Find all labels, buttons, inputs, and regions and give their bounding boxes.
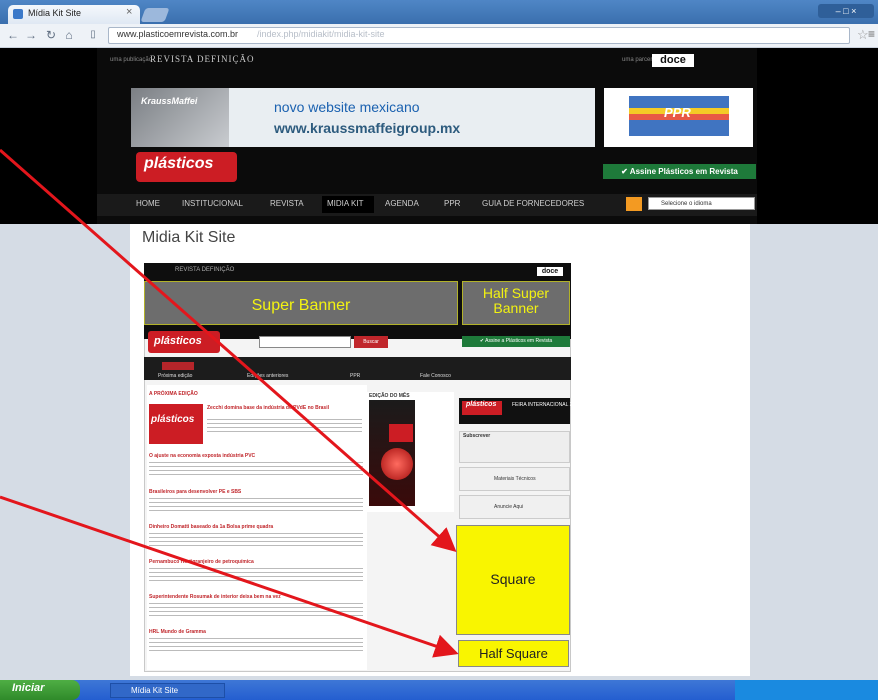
mockup-subscribe-title: Subscrever [463,433,491,439]
mockup-text-lines [149,567,363,581]
page-info-icon[interactable]: ▯ [86,28,100,42]
favicon-icon [13,9,23,19]
revista-logo[interactable]: REVISTA DEFINIÇÃO [150,54,255,64]
start-button[interactable]: Iniciar [0,680,80,700]
mockup-headline: O ajuste na economia exposta indústria P… [149,453,256,459]
subscribe-button[interactable]: ✔ Assine Plásticos em Revista [603,164,756,179]
mockup-text-lines [149,602,363,616]
mockup-nav-item: Edições anteriores [247,373,289,379]
rss-icon[interactable] [626,197,642,211]
bookmark-star-icon[interactable]: ☆ [857,27,869,43]
mockup-search-button: Buscar [354,336,388,348]
url-host: www.plasticoemrevista.com.br [117,29,239,39]
address-bar[interactable]: www.plasticoemrevista.com.br /index.php/… [108,27,850,44]
mockup-text-lines [149,497,363,511]
nav-item-midia-kit[interactable]: MIDIA KIT [327,199,363,208]
half-super-banner-label: Half Super Banner [482,285,550,316]
browser-tab[interactable]: Mídia Kit Site × [8,5,140,24]
site-logo-text: plásticos [144,155,214,172]
mockup-text-lines [207,418,362,432]
mockup-thumbnail: plásticos [149,404,203,444]
mockup-headline: Pernambuco Hortigranjeiro de petroquímic… [149,559,254,565]
nav-item-agenda[interactable]: AGENDA [385,199,419,208]
mockup-side-ad-logo: plásticos [462,401,502,415]
browser-toolbar: ← → ↻ ⌂ ▯ www.plasticoemrevista.com.br /… [0,24,878,48]
mockup-nav-active [162,362,194,370]
ad-url: www.kraussmaffeigroup.mx [274,120,461,136]
mockup-search-field [259,336,351,348]
mockup-headline: HRL Mundo de Gramma [149,629,206,635]
mockup-materials-box: Materiais Técnicos [459,467,570,491]
mockup-revista-logo: REVISTA DEFINIÇÃO [175,267,235,273]
nav-item-home[interactable]: HOME [136,199,160,208]
system-tray [735,680,878,700]
nav-item-guia[interactable]: GUIA DE FORNECEDORES [482,199,584,208]
mockup-nav-item: Fale Conosco [420,373,451,379]
nav-item-institucional[interactable]: INSTITUCIONAL [182,199,243,208]
mockup-text-lines [149,461,363,475]
square-label: Square [490,571,536,587]
super-banner-label: Super Banner [251,297,351,314]
nav-item-ppr[interactable]: PPR [444,199,460,208]
mockup-headline: Dinheiro Domatti baseado da 1a Bolsa pri… [149,524,274,530]
menu-icon[interactable]: ≡ [868,27,875,41]
tab-title: Mídia Kit Site [28,8,82,18]
mockup-cover-logo [389,424,413,442]
language-select[interactable]: Selecione o idioma [648,197,755,210]
doce-logo[interactable]: doce [652,54,694,67]
window-controls[interactable]: – □ × [818,4,874,18]
mockup-headline: Brasileiros para desenvolver PE e SBS [149,489,242,495]
reload-icon[interactable]: ↻ [44,28,58,42]
mockup-nav-item: Próxima edição [158,373,193,379]
url-path: /index.php/midiakit/midia-kit-site [257,29,385,39]
mockup-advertise-box: Anuncie Aqui [459,495,570,519]
mockup-text-lines [149,637,363,651]
taskbar-item[interactable]: Mídia Kit Site [110,683,225,698]
back-icon[interactable]: ← [6,28,20,42]
close-tab-icon[interactable]: × [126,6,132,18]
mockup-headline: Superintendente Rosumak de interior deix… [149,594,281,600]
home-icon[interactable]: ⌂ [62,28,76,42]
mockup-cover-graphic [381,448,413,480]
mockup-nav-item: PPR [350,373,361,379]
page-title: Midia Kit Site [142,229,236,246]
nav-item-revista[interactable]: REVISTA [270,199,304,208]
ad-brand-logo: KraussMaffei [141,96,198,106]
mockup-doce-logo: doce [537,267,563,276]
half-square-label: Half Square [479,646,548,661]
mockup-section-title: A PRÓXIMA EDIÇÃO [149,391,198,397]
mockup-subscribe-button: ✔ Assine a Plásticos em Revista [462,336,570,347]
forward-icon[interactable]: → [24,28,38,42]
mockup-headline: Zecchi domina base da indústria de PVdE … [207,405,329,411]
ppr-logo-text: PPR [664,105,691,120]
mockup-text-lines [149,532,363,546]
publisher-caption: uma publicação [110,57,153,63]
ad-headline: novo website mexicano [274,99,420,115]
mockup-issue-title: EDIÇÃO DO MÊS [369,393,410,399]
mockup-logo: plásticos [148,331,220,353]
mockup-side-ad-text: FEIRA INTERNACIONAL 2010 | 2011 [512,402,596,408]
